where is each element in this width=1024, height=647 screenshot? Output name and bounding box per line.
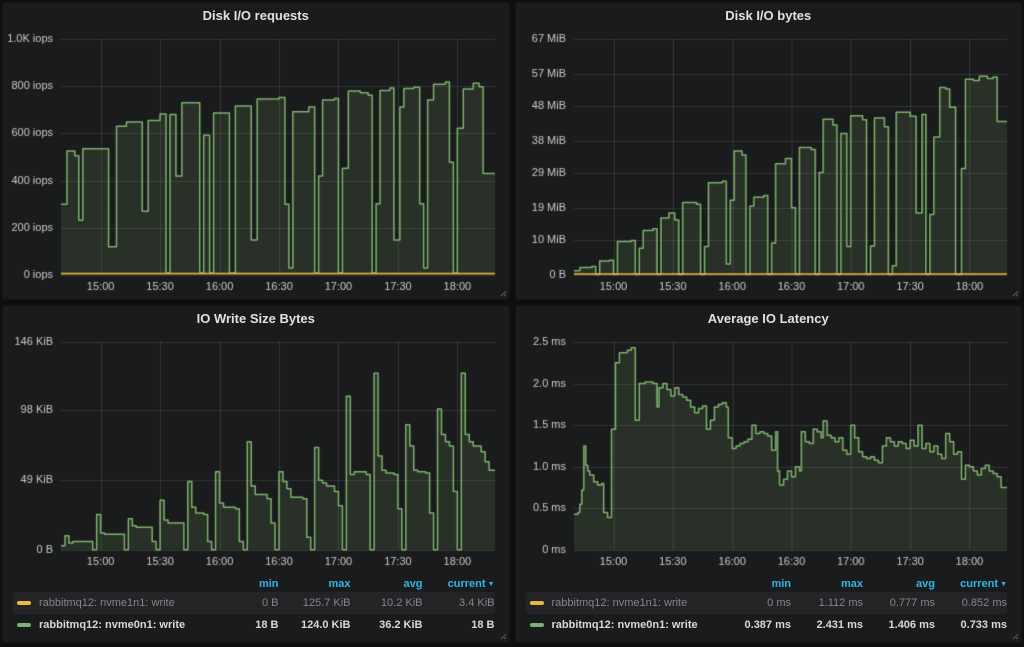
legend-header-current[interactable]: current▼ <box>935 578 1007 590</box>
stat-current: 0.733 ms <box>935 619 1007 631</box>
panel-title[interactable]: Disk I/O requests <box>3 3 509 29</box>
panel-resize-handle-icon[interactable] <box>1011 632 1019 640</box>
stat-avg: 1.406 ms <box>863 619 935 631</box>
sort-caret-icon: ▼ <box>488 581 495 588</box>
sort-caret-icon: ▼ <box>1000 581 1007 588</box>
legend-row-nvme0n1: rabbitmq12: nvme0n1: write 0.387 ms 2.43… <box>526 614 1008 636</box>
io-write-size-chart[interactable] <box>3 332 509 574</box>
stat-avg: 10.2 KiB <box>351 597 423 609</box>
stat-min: 0 ms <box>719 597 791 609</box>
legend-header-row: min max avg current▼ <box>13 575 495 592</box>
legend-row-nvme1n1: rabbitmq12: nvme1n1: write 0 ms 1.112 ms… <box>526 592 1008 614</box>
legend-header-min[interactable]: min <box>207 578 279 590</box>
legend-header-max[interactable]: max <box>279 578 351 590</box>
legend-header-current[interactable]: current▼ <box>423 578 495 590</box>
panel-title[interactable]: Disk I/O bytes <box>516 3 1022 29</box>
series-color-swatch[interactable] <box>530 601 544 605</box>
legend-header-avg[interactable]: avg <box>351 578 423 590</box>
panel-disk-io-requests: Disk I/O requests <box>2 2 510 300</box>
panel-resize-handle-icon[interactable] <box>499 632 507 640</box>
panel-resize-handle-icon[interactable] <box>499 289 507 297</box>
panel-io-write-size-bytes: IO Write Size Bytes min max avg current▼… <box>2 305 510 643</box>
legend-header-min[interactable]: min <box>719 578 791 590</box>
series-color-swatch[interactable] <box>17 623 31 627</box>
series-label[interactable]: rabbitmq12: nvme1n1: write <box>552 597 688 609</box>
series-label[interactable]: rabbitmq12: nvme0n1: write <box>39 619 185 631</box>
stat-min: 18 B <box>207 619 279 631</box>
panel-resize-handle-icon[interactable] <box>1011 289 1019 297</box>
legend-header-max[interactable]: max <box>791 578 863 590</box>
stat-max: 124.0 KiB <box>279 619 351 631</box>
legend-table: min max avg current▼ rabbitmq12: nvme1n1… <box>3 574 509 642</box>
stat-min: 0.387 ms <box>719 619 791 631</box>
stat-avg: 36.2 KiB <box>351 619 423 631</box>
grafana-dashboard: Disk I/O requests Disk I/O bytes IO Writ… <box>0 0 1024 647</box>
panel-title[interactable]: IO Write Size Bytes <box>3 306 509 332</box>
panel-average-io-latency: Average IO Latency min max avg current▼ … <box>515 305 1023 643</box>
stat-avg: 0.777 ms <box>863 597 935 609</box>
stat-max: 2.431 ms <box>791 619 863 631</box>
stat-current: 18 B <box>423 619 495 631</box>
legend-table: min max avg current▼ rabbitmq12: nvme1n1… <box>516 574 1022 642</box>
series-label[interactable]: rabbitmq12: nvme1n1: write <box>39 597 175 609</box>
series-color-swatch[interactable] <box>17 601 31 605</box>
series-color-swatch[interactable] <box>530 623 544 627</box>
average-io-latency-chart[interactable] <box>516 332 1022 574</box>
legend-header-row: min max avg current▼ <box>526 575 1008 592</box>
stat-max: 125.7 KiB <box>279 597 351 609</box>
legend-header-avg[interactable]: avg <box>863 578 935 590</box>
legend-row-nvme1n1: rabbitmq12: nvme1n1: write 0 B 125.7 KiB… <box>13 592 495 614</box>
disk-io-requests-chart[interactable] <box>3 29 509 299</box>
legend-row-nvme0n1: rabbitmq12: nvme0n1: write 18 B 124.0 Ki… <box>13 614 495 636</box>
stat-max: 1.112 ms <box>791 597 863 609</box>
stat-current: 0.852 ms <box>935 597 1007 609</box>
panel-disk-io-bytes: Disk I/O bytes <box>515 2 1023 300</box>
panel-title[interactable]: Average IO Latency <box>516 306 1022 332</box>
disk-io-bytes-chart[interactable] <box>516 29 1022 299</box>
stat-current: 3.4 KiB <box>423 597 495 609</box>
series-label[interactable]: rabbitmq12: nvme0n1: write <box>552 619 698 631</box>
stat-min: 0 B <box>207 597 279 609</box>
